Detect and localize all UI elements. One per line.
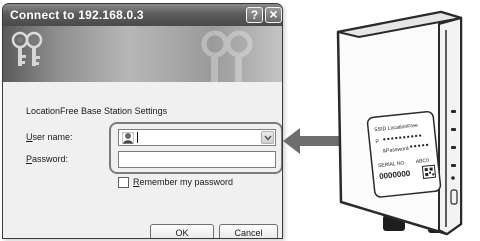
dialog-title: Connect to 192.168.0.3 (10, 8, 144, 22)
fields-highlight-box (109, 122, 282, 174)
ok-button[interactable]: OK (150, 224, 214, 238)
device-label-sticker: SSID LocationFree P &Password SERIAL NO.… (366, 110, 442, 198)
login-dialog: Connect to 192.168.0.3 ? × LocationFree … (2, 3, 283, 239)
checkbox-box[interactable] (118, 177, 129, 188)
help-button[interactable]: ? (246, 7, 263, 23)
close-button[interactable]: × (265, 7, 282, 23)
label-qr-code (421, 164, 437, 179)
keys-watermark-icon (201, 30, 253, 82)
password-label: Password: (26, 154, 69, 164)
close-icon: × (269, 6, 278, 22)
title-bar: Connect to 192.168.0.3 ? × (3, 4, 282, 26)
help-icon: ? (250, 8, 259, 22)
remember-password-label: Remember my password (133, 177, 234, 187)
base-station-device: SSID LocationFree P &Password SERIAL NO.… (336, 10, 463, 236)
user-name-label: User name: (26, 132, 73, 142)
keys-icon (11, 31, 43, 66)
settings-heading: LocationFree Base Station Settings (26, 106, 168, 116)
cancel-button[interactable]: Cancel (219, 224, 278, 238)
dialog-banner (3, 26, 282, 82)
dialog-body: LocationFree Base Station Settings User … (3, 82, 282, 238)
